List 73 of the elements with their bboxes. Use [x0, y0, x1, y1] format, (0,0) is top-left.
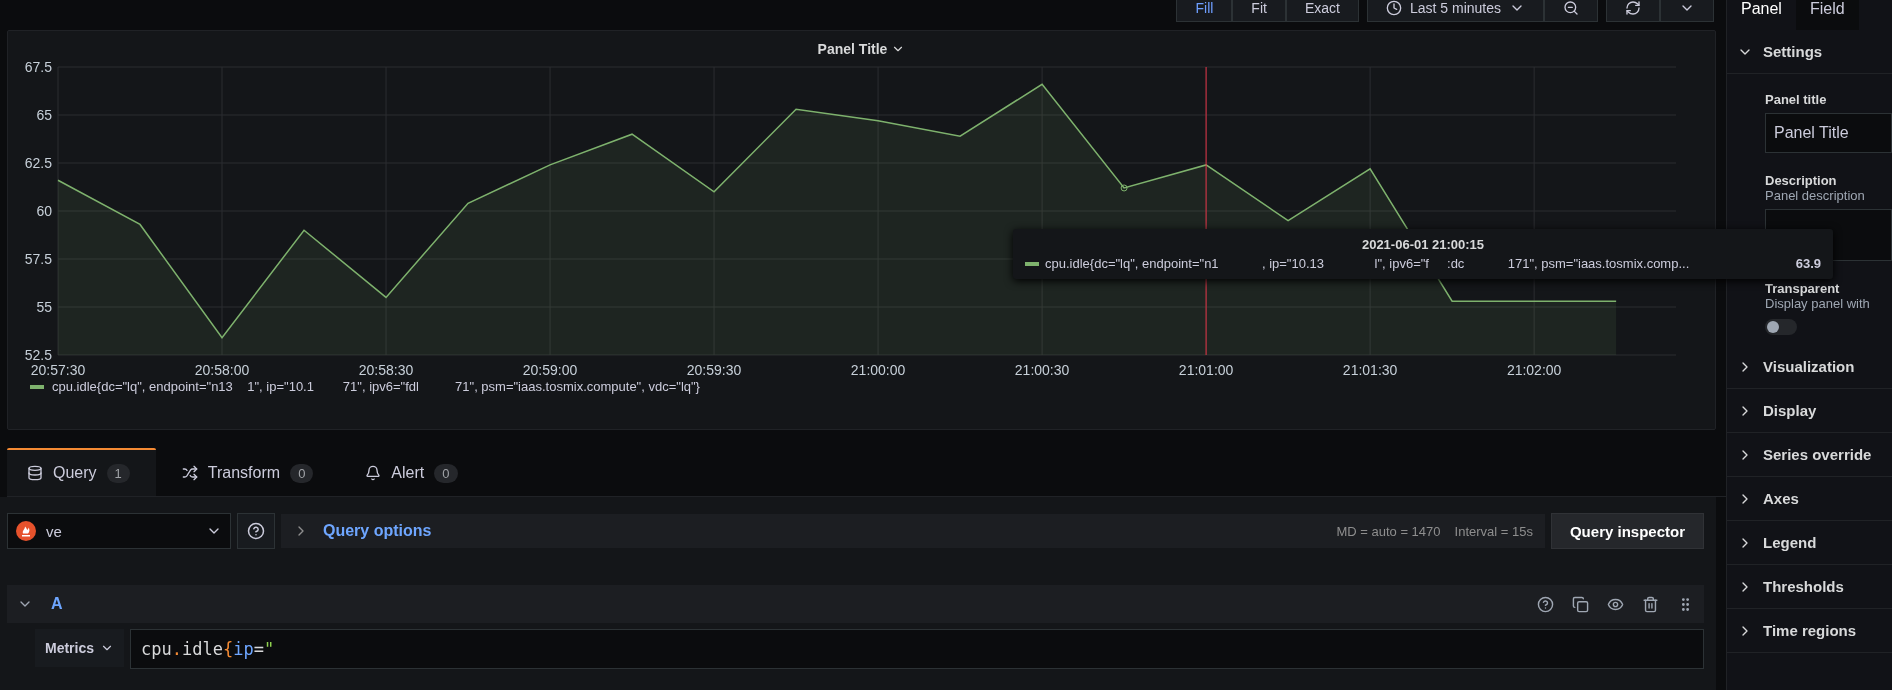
bell-icon	[365, 465, 382, 481]
datasource-picker[interactable]: ve	[7, 513, 231, 549]
shuffle-icon	[181, 465, 198, 481]
metrics-dropdown[interactable]: Metrics	[35, 629, 125, 667]
zoom-out-button[interactable]	[1544, 0, 1598, 22]
y-axis-label: 52.5	[24, 347, 52, 363]
query-inspector-button[interactable]: Query inspector	[1550, 513, 1704, 549]
legend-swatch	[30, 384, 44, 389]
y-axis-label: 55	[36, 299, 52, 315]
view-mode-button[interactable]: Fill	[1176, 0, 1233, 22]
x-axis-label: 21:00:30	[1014, 362, 1070, 378]
x-axis-label: 20:57:30	[30, 362, 86, 378]
x-axis-label: 20:59:00	[522, 362, 578, 378]
sidebar-tab[interactable]: Field	[1795, 0, 1859, 30]
section-header[interactable]: Legend	[1727, 521, 1892, 565]
legend-label[interactable]: cpu.idle{dc="lq", endpoint="n13 1", ip="10.1 71", ipv6="fdl 71", psm="iaas.tosmix.compute", vdc="lq"}	[52, 379, 700, 394]
y-axis-label: 62.5	[24, 155, 52, 171]
x-axis-label: 20:59:30	[686, 362, 742, 378]
panel-title[interactable]: Panel Title	[817, 41, 906, 57]
transparent-switch[interactable]	[1765, 319, 1797, 335]
query-ref-id[interactable]: A	[51, 595, 63, 613]
flame-icon	[16, 521, 36, 541]
database-icon	[27, 465, 43, 481]
panel-title-input[interactable]: Panel Title	[1765, 113, 1892, 153]
help-button[interactable]	[237, 513, 275, 549]
query-tab[interactable]: Transform 0	[161, 448, 340, 496]
query-tab[interactable]: Alert 0	[345, 448, 484, 496]
x-axis-label: 21:01:00	[1178, 362, 1234, 378]
field-label: Description	[1765, 173, 1838, 188]
section-header[interactable]: Settings	[1727, 30, 1892, 74]
x-axis-label: 21:02:00	[1506, 362, 1562, 378]
field-label: Panel title	[1765, 92, 1828, 107]
refresh-button[interactable]	[1606, 0, 1660, 22]
count-badge: 0	[434, 463, 458, 483]
view-mode-button[interactable]: Exact	[1285, 0, 1359, 22]
help-icon[interactable]	[1537, 595, 1554, 613]
x-axis-label: 21:00:00	[850, 362, 906, 378]
help-icon	[247, 522, 265, 540]
count-badge: 1	[106, 463, 130, 483]
section-header[interactable]: Time regions	[1727, 609, 1892, 653]
query-options-bar[interactable]: Query options MD = auto = 1470 Interval = 15s	[281, 514, 1545, 548]
section-header[interactable]: Display	[1727, 389, 1892, 433]
section-header[interactable]: Series override	[1727, 433, 1892, 477]
tooltip-time: 2021-06-01 21:00:15	[1361, 237, 1485, 252]
x-axis-label: 21:01:30	[1342, 362, 1398, 378]
section-header[interactable]: Visualization	[1727, 345, 1892, 389]
y-axis-label: 57.5	[24, 251, 52, 267]
max-data-points: MD = auto = 1470	[1336, 523, 1441, 539]
point-marker	[1120, 184, 1128, 192]
tooltip-value: 63.9	[1795, 256, 1821, 271]
query-field[interactable]: cpu.idle{ip="	[130, 629, 1704, 669]
time-range-picker[interactable]: Last 5 minutes	[1366, 0, 1544, 22]
y-axis-label: 65	[36, 107, 52, 123]
query-options-label[interactable]: Query options	[323, 522, 432, 540]
y-axis-label: 60	[36, 203, 52, 219]
zoom-out-icon	[1563, 0, 1579, 16]
tooltip-series: cpu.idle{dc="lq", endpoint="n1 , ip="10.13 l", ipv6="f :dc 171", psm="iaas.tosmix.comp...	[1045, 256, 1690, 271]
trash-icon[interactable]	[1642, 595, 1659, 613]
field-label: Transparent	[1765, 281, 1841, 296]
section-header[interactable]: Thresholds	[1727, 565, 1892, 609]
x-axis-label: 20:58:00	[194, 362, 250, 378]
view-mode-button[interactable]: Fit	[1232, 0, 1286, 22]
section-header[interactable]: Axes	[1727, 477, 1892, 521]
count-badge: 0	[290, 463, 314, 483]
interval-value: Interval = 15s	[1454, 523, 1533, 539]
y-axis-label: 67.5	[24, 59, 52, 75]
refresh-icon	[1625, 0, 1641, 16]
clock-icon	[1385, 0, 1402, 16]
x-axis-label: 20:58:30	[358, 362, 414, 378]
copy-icon[interactable]	[1572, 595, 1589, 613]
field-hint: Display panel with	[1765, 296, 1871, 311]
query-tab[interactable]: Query 1	[7, 448, 156, 496]
field-hint: Panel description	[1765, 188, 1866, 203]
